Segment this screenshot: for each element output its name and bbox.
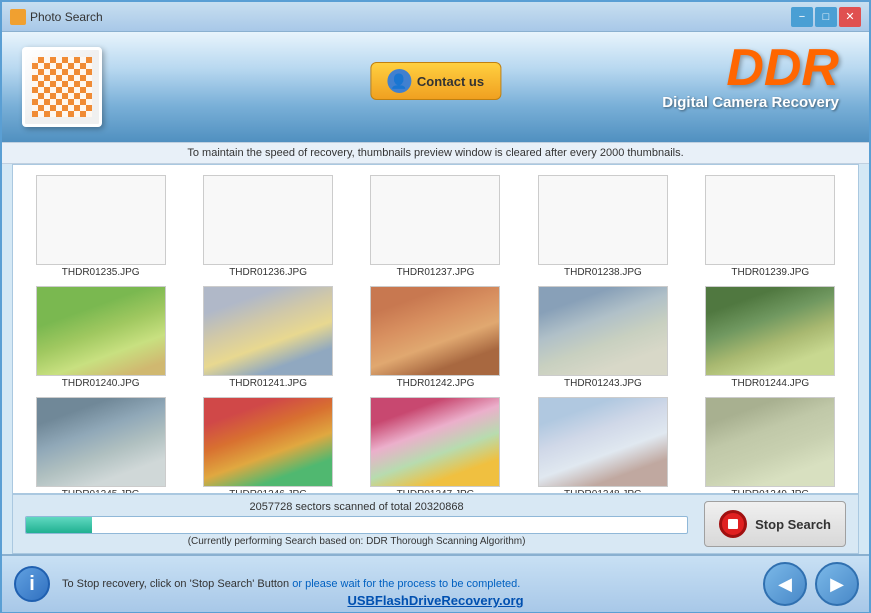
- stop-icon: [719, 510, 747, 538]
- thumb-label-9: THDR01243.JPG: [564, 378, 642, 389]
- thumb-label-14: THDR01248.JPG: [564, 489, 642, 493]
- thumb-img-15: [705, 397, 835, 487]
- thumb-label-8: THDR01242.JPG: [397, 378, 475, 389]
- thumb-cell-2[interactable]: THDR01236.JPG: [184, 169, 351, 280]
- title-bar-left: Photo Search: [10, 9, 103, 25]
- thumb-img-2: [203, 175, 333, 265]
- maximize-button[interactable]: □: [815, 7, 837, 27]
- thumb-label-12: THDR01246.JPG: [229, 489, 307, 493]
- title-bar: Photo Search − □ ✕: [2, 2, 869, 32]
- thumb-cell-3[interactable]: THDR01237.JPG: [352, 169, 519, 280]
- footer: i To Stop recovery, click on 'Stop Searc…: [2, 554, 869, 612]
- contact-icon: 👤: [387, 69, 411, 93]
- thumb-cell-12[interactable]: THDR01246.JPG: [184, 391, 351, 493]
- footer-url[interactable]: USBFlashDriveRecovery.org: [347, 593, 523, 608]
- thumb-cell-11[interactable]: THDR01245.JPG: [17, 391, 184, 493]
- back-button[interactable]: ◀: [763, 562, 807, 606]
- thumb-label-6: THDR01240.JPG: [62, 378, 140, 389]
- thumb-label-5: THDR01239.JPG: [731, 267, 809, 278]
- close-button[interactable]: ✕: [839, 7, 861, 27]
- progress-algo: (Currently performing Search based on: D…: [25, 536, 688, 547]
- logo-box: [22, 47, 102, 127]
- thumb-label-7: THDR01241.JPG: [229, 378, 307, 389]
- info-text: To maintain the speed of recovery, thumb…: [187, 147, 683, 159]
- thumb-label-15: THDR01249.JPG: [731, 489, 809, 493]
- thumb-img-3: [370, 175, 500, 265]
- footer-text: To Stop recovery, click on 'Stop Search'…: [62, 578, 520, 590]
- ddr-logo: DDR Digital Camera Recovery: [662, 42, 839, 111]
- thumb-img-4: [538, 175, 668, 265]
- thumbnail-panel: THDR01235.JPG THDR01236.JPG THDR01237.JP…: [12, 164, 859, 494]
- thumb-label-11: THDR01245.JPG: [62, 489, 140, 493]
- header: 👤 Contact us DDR Digital Camera Recovery: [2, 32, 869, 142]
- thumb-label-3: THDR01237.JPG: [397, 267, 475, 278]
- ddr-brand: DDR: [662, 42, 839, 94]
- info-icon: i: [14, 566, 50, 602]
- thumb-img-12: [203, 397, 333, 487]
- thumb-label-4: THDR01238.JPG: [564, 267, 642, 278]
- ddr-subtitle: Digital Camera Recovery: [662, 94, 839, 111]
- thumb-img-8: [370, 286, 500, 376]
- thumb-img-11: [36, 397, 166, 487]
- thumb-img-14: [538, 397, 668, 487]
- thumb-label-13: THDR01247.JPG: [397, 489, 475, 493]
- thumb-cell-6[interactable]: THDR01240.JPG: [17, 280, 184, 391]
- progress-bar-fill: [26, 517, 92, 533]
- stop-square: [728, 519, 738, 529]
- stop-search-label: Stop Search: [755, 517, 831, 532]
- progress-left: 2057728 sectors scanned of total 2032086…: [25, 501, 688, 547]
- info-bar: To maintain the speed of recovery, thumb…: [2, 142, 869, 164]
- forward-button[interactable]: ▶: [815, 562, 859, 606]
- thumb-label-1: THDR01235.JPG: [62, 267, 140, 278]
- thumb-img-13: [370, 397, 500, 487]
- thumbnail-grid[interactable]: THDR01235.JPG THDR01236.JPG THDR01237.JP…: [13, 165, 858, 493]
- footer-link: or please wait for the process to be com…: [292, 578, 520, 590]
- thumb-cell-4[interactable]: THDR01238.JPG: [519, 169, 686, 280]
- thumb-img-7: [203, 286, 333, 376]
- thumb-img-9: [538, 286, 668, 376]
- window-title: Photo Search: [30, 10, 103, 24]
- progress-text: 2057728 sectors scanned of total 2032086…: [25, 501, 688, 513]
- thumb-cell-7[interactable]: THDR01241.JPG: [184, 280, 351, 391]
- thumb-cell-5[interactable]: THDR01239.JPG: [687, 169, 854, 280]
- thumb-img-10: [705, 286, 835, 376]
- thumb-img-6: [36, 286, 166, 376]
- stop-search-button[interactable]: Stop Search: [704, 501, 846, 547]
- contact-button[interactable]: 👤 Contact us: [370, 62, 501, 100]
- logo-image: [32, 57, 92, 117]
- window-controls: − □ ✕: [791, 7, 861, 27]
- thumb-cell-9[interactable]: THDR01243.JPG: [519, 280, 686, 391]
- thumb-img-5: [705, 175, 835, 265]
- progress-bar-container: [25, 516, 688, 534]
- minimize-button[interactable]: −: [791, 7, 813, 27]
- thumb-cell-13[interactable]: THDR01247.JPG: [352, 391, 519, 493]
- thumb-img-1: [36, 175, 166, 265]
- thumb-cell-15[interactable]: THDR01249.JPG: [687, 391, 854, 493]
- thumb-label-2: THDR01236.JPG: [229, 267, 307, 278]
- app-icon: [10, 9, 26, 25]
- thumb-cell-8[interactable]: THDR01242.JPG: [352, 280, 519, 391]
- thumb-cell-14[interactable]: THDR01248.JPG: [519, 391, 686, 493]
- footer-nav: ◀ ▶: [763, 562, 859, 606]
- progress-area: 2057728 sectors scanned of total 2032086…: [12, 494, 859, 554]
- thumb-cell-1[interactable]: THDR01235.JPG: [17, 169, 184, 280]
- thumb-cell-10[interactable]: THDR01244.JPG: [687, 280, 854, 391]
- footer-info-text: To Stop recovery, click on 'Stop Search'…: [62, 578, 292, 590]
- thumb-label-10: THDR01244.JPG: [731, 378, 809, 389]
- contact-label: Contact us: [417, 74, 484, 89]
